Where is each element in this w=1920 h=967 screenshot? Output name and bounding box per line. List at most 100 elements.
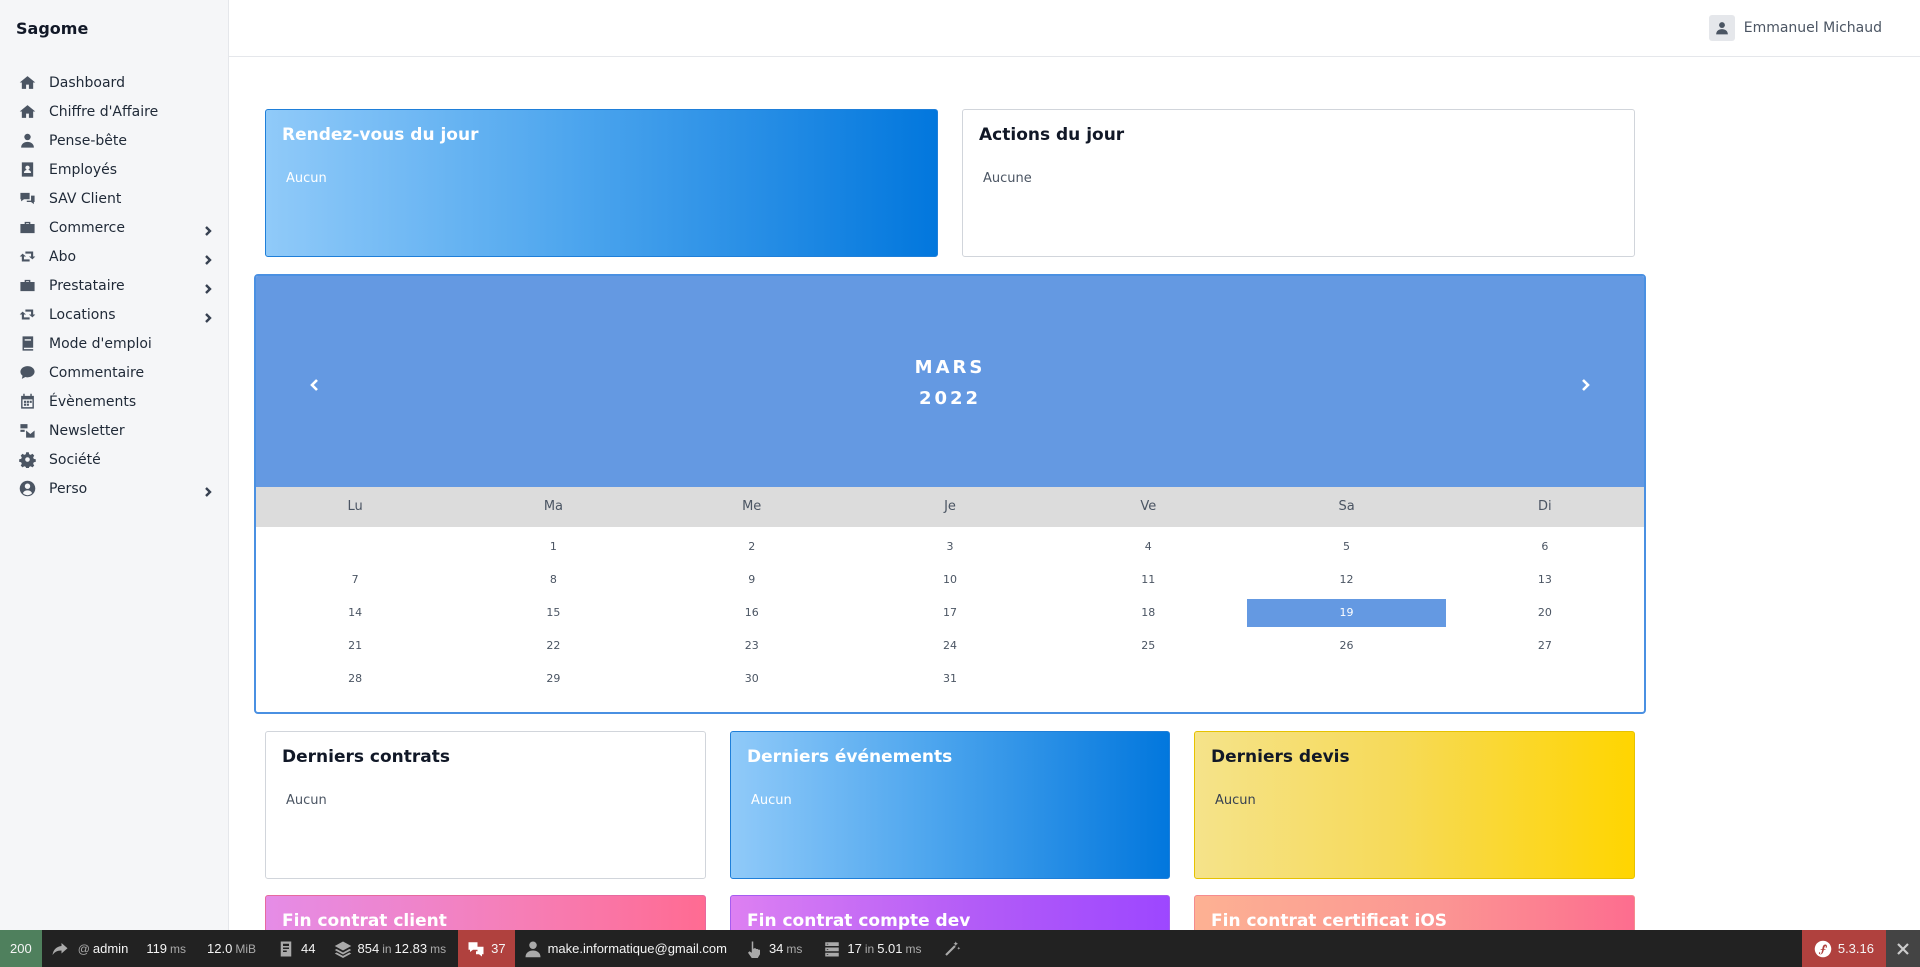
sidebar-item-locations[interactable]: Locations — [0, 300, 228, 329]
home-icon — [18, 103, 36, 121]
security-user-item[interactable]: make.informatique@gmail.com — [515, 930, 736, 967]
db-count: 17 — [847, 941, 862, 956]
symfony-version[interactable]: 5.3.16 — [1801, 930, 1886, 967]
calendar-next-button[interactable] — [1574, 374, 1596, 396]
calendar-month: MARS — [914, 357, 986, 378]
calendar-day[interactable]: 22 — [454, 632, 652, 660]
sidebar-item-commentaire[interactable]: Commentaire — [0, 358, 228, 387]
sidebar-item-sav-client[interactable]: SAV Client — [0, 184, 228, 213]
database-item[interactable]: 17 in 5.01 ms — [814, 930, 933, 967]
calendar-day[interactable]: 1 — [454, 533, 652, 561]
calendar-week-row: 7 8 9 10 11 12 13 — [256, 564, 1644, 597]
calendar-day[interactable]: 5 — [1247, 533, 1445, 561]
weekday-label: Lu — [347, 499, 363, 514]
calendar-day[interactable]: 14 — [256, 599, 454, 627]
card-actions: Actions du jour Aucune — [962, 109, 1635, 257]
calendar-day[interactable]: 9 — [653, 566, 851, 594]
events-item[interactable]: 34 ms — [736, 930, 814, 967]
chevron-right-icon — [202, 222, 214, 236]
calendar-day[interactable]: 16 — [653, 599, 851, 627]
user-menu[interactable]: Emmanuel Michaud — [1708, 15, 1882, 41]
brand-logo[interactable]: Sagome — [16, 19, 88, 38]
calendar-day[interactable]: 25 — [1049, 632, 1247, 660]
card-body: Aucun — [751, 793, 792, 808]
calendar-day[interactable]: 11 — [1049, 566, 1247, 594]
sidebar-item-prestataire[interactable]: Prestataire — [0, 271, 228, 300]
calendar-day[interactable]: 17 — [851, 599, 1049, 627]
sidebar-item-label: Pense-bête — [49, 132, 127, 149]
calendar-empty-cell — [1247, 665, 1445, 693]
calendar-day[interactable]: 7 — [256, 566, 454, 594]
sidebar-item-label: SAV Client — [49, 190, 122, 207]
weekday-label: Ve — [1140, 499, 1157, 514]
toolbar-close-button[interactable] — [1886, 930, 1920, 967]
calendar-day[interactable]: 31 — [851, 665, 1049, 693]
id-card-icon — [18, 161, 36, 179]
sidebar-nav: Dashboard Chiffre d'Affaire Pense-bête E… — [0, 68, 228, 503]
db-unit: ms — [905, 941, 922, 956]
card-title: Fin contrat client — [282, 911, 447, 931]
calendar-day[interactable]: 15 — [454, 599, 652, 627]
status-code: 200 — [10, 941, 32, 956]
calendar-day[interactable]: 28 — [256, 665, 454, 693]
calendar-week-row: 28 29 30 31 — [256, 663, 1644, 696]
sidebar-item-perso[interactable]: Perso — [0, 474, 228, 503]
sidebar-item-pense-bete[interactable]: Pense-bête — [0, 126, 228, 155]
weekday-label: Sa — [1338, 499, 1355, 514]
chevron-right-icon — [1582, 379, 1590, 391]
sidebar-item-societe[interactable]: Société — [0, 445, 228, 474]
toolbar-right: 5.3.16 — [1801, 930, 1920, 967]
sidebar-item-label: Dashboard — [49, 74, 125, 91]
config-item[interactable] — [934, 930, 976, 967]
memory-item[interactable]: 12.0 MiB — [198, 930, 268, 967]
calendar-day[interactable]: 10 — [851, 566, 1049, 594]
layers-icon — [334, 941, 351, 958]
card-title: Derniers contrats — [282, 747, 450, 767]
calendar-day-today[interactable]: 19 — [1247, 599, 1446, 627]
sidebar-item-commerce[interactable]: Commerce — [0, 213, 228, 242]
sidebar-item-dashboard[interactable]: Dashboard — [0, 68, 228, 97]
sidebar-item-label: Chiffre d'Affaire — [49, 103, 159, 120]
calendar-day[interactable]: 3 — [851, 533, 1049, 561]
route-item[interactable]: @ admin — [42, 930, 138, 967]
calendar-day[interactable]: 2 — [653, 533, 851, 561]
calendar-day[interactable]: 18 — [1049, 599, 1247, 627]
calendar-day[interactable]: 6 — [1446, 533, 1644, 561]
calendar-day[interactable]: 12 — [1247, 566, 1445, 594]
calendar-day[interactable]: 29 — [454, 665, 652, 693]
calendar-day[interactable]: 27 — [1446, 632, 1644, 660]
memory-unit: MiB — [235, 941, 257, 956]
gear-icon — [18, 451, 36, 469]
calendar-day[interactable]: 30 — [653, 665, 851, 693]
translation-item[interactable]: 37 — [458, 930, 515, 967]
weekday-label: Di — [1538, 499, 1552, 514]
card-derniers-contrats: Derniers contrats Aucun — [265, 731, 706, 879]
card-rendez-vous: Rendez-vous du jour Aucun — [265, 109, 938, 257]
calendar-day[interactable]: 8 — [454, 566, 652, 594]
calendar-day[interactable]: 20 — [1446, 599, 1644, 627]
card-body: Aucune — [983, 171, 1032, 186]
twig-item[interactable]: 854 in 12.83 ms — [325, 930, 459, 967]
calendar-day[interactable]: 21 — [256, 632, 454, 660]
card-title: Rendez-vous du jour — [282, 125, 479, 145]
twig-count: 854 — [357, 941, 380, 956]
sidebar-item-chiffre-affaire[interactable]: Chiffre d'Affaire — [0, 97, 228, 126]
calendar-day[interactable]: 13 — [1446, 566, 1644, 594]
sidebar-item-newsletter[interactable]: Newsletter — [0, 416, 228, 445]
calendar-day[interactable]: 26 — [1247, 632, 1445, 660]
database-icon — [825, 941, 840, 956]
time-item[interactable]: 119 ms — [137, 930, 198, 967]
sidebar-item-evenements[interactable]: Évènements — [0, 387, 228, 416]
sidebar-item-abo[interactable]: Abo — [0, 242, 228, 271]
top-header: Emmanuel Michaud — [229, 0, 1920, 57]
status-code-badge[interactable]: 200 — [0, 930, 42, 967]
sidebar-item-label: Employés — [49, 161, 118, 178]
sidebar-item-label: Locations — [49, 306, 116, 323]
calendar-day[interactable]: 24 — [851, 632, 1049, 660]
sidebar-item-mode-emploi[interactable]: Mode d'emploi — [0, 329, 228, 358]
forms-item[interactable]: 44 — [268, 930, 324, 967]
calendar-day[interactable]: 23 — [653, 632, 851, 660]
route-prefix: @ — [77, 941, 90, 956]
sidebar-item-employes[interactable]: Employés — [0, 155, 228, 184]
calendar-day[interactable]: 4 — [1049, 533, 1247, 561]
